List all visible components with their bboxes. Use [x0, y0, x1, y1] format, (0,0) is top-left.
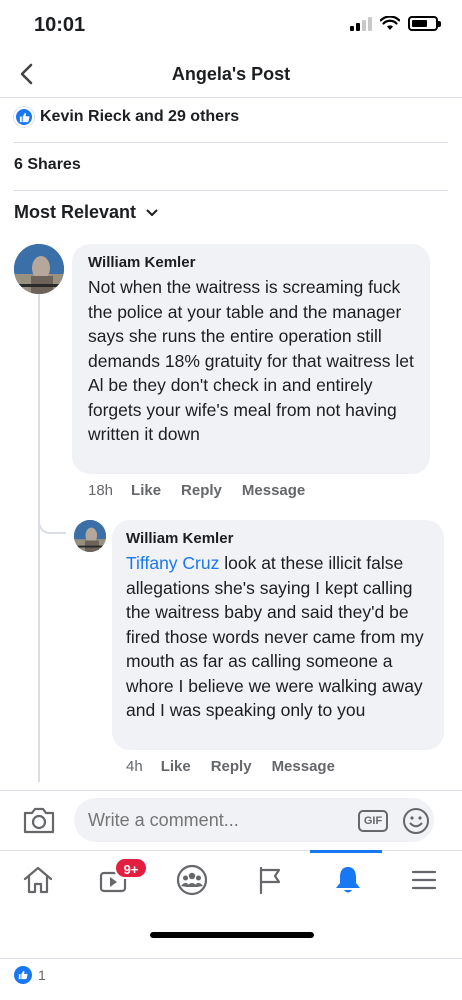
comment-author[interactable]: William Kemler — [88, 254, 416, 271]
wifi-icon — [380, 16, 400, 30]
tab-bar: 9+ — [0, 850, 462, 906]
like-button[interactable]: Like — [131, 482, 161, 499]
avatar[interactable] — [14, 244, 64, 294]
comment-bubble[interactable]: William Kemler Tiffany Cruz look at thes… — [112, 520, 444, 750]
divider — [14, 142, 448, 143]
status-icons — [350, 16, 441, 31]
comment-author[interactable]: William Kemler — [126, 530, 432, 547]
reply-button[interactable]: Reply — [181, 482, 222, 499]
reply-button[interactable]: Reply — [211, 758, 252, 775]
menu-icon — [411, 870, 437, 890]
divider — [0, 958, 462, 959]
like-icon — [14, 107, 34, 127]
like-icon — [14, 966, 32, 984]
groups-icon — [176, 864, 208, 896]
status-time: 10:01 — [34, 14, 86, 36]
home-indicator[interactable] — [150, 932, 314, 938]
sort-selector[interactable]: Most Relevant — [14, 202, 158, 223]
comment-timestamp: 4h — [126, 758, 143, 775]
flag-icon — [259, 866, 281, 895]
reactions-summary[interactable]: Kevin Rieck and 29 others — [14, 106, 239, 128]
chevron-down-icon — [146, 209, 158, 216]
page-title: Angela's Post — [171, 64, 291, 84]
comment-actions: 18h Like Reply Message — [88, 482, 325, 499]
reply-connector — [38, 508, 66, 534]
tab-groups[interactable] — [172, 861, 212, 899]
reactions-text: Kevin Rieck and 29 others — [40, 108, 240, 125]
thread-line — [38, 292, 40, 782]
like-button[interactable]: Like — [161, 758, 191, 775]
video-badge: 9+ — [114, 857, 148, 879]
bell-icon — [336, 867, 360, 893]
comment-body: look at these illicit false allegations … — [126, 553, 424, 720]
tab-notifications[interactable] — [328, 861, 368, 899]
nav-header: Angela's Post — [0, 52, 462, 98]
sort-label: Most Relevant — [14, 202, 137, 222]
message-button[interactable]: Message — [242, 482, 305, 499]
active-tab-indicator — [310, 850, 382, 853]
tab-home[interactable] — [18, 861, 58, 899]
gif-icon[interactable]: GIF — [358, 810, 388, 832]
smiley-icon[interactable] — [402, 807, 430, 835]
battery-icon — [408, 16, 441, 31]
footer-likes-count: 1 — [38, 967, 46, 983]
comment-text: Tiffany Cruz look at these illicit false… — [126, 551, 432, 723]
comment-timestamp: 18h — [88, 482, 114, 499]
message-button[interactable]: Message — [272, 758, 335, 775]
comment-actions: 4h Like Reply Message — [126, 758, 355, 775]
signal-icon — [350, 16, 372, 31]
comment-text: Not when the waitress is screaming fuck … — [88, 277, 414, 444]
comment-composer: GIF — [0, 790, 462, 850]
shares-count[interactable]: 6 Shares — [14, 156, 81, 174]
mention-link[interactable]: Tiffany Cruz — [126, 553, 219, 573]
comment-bubble[interactable]: William Kemler Not when the waitress is … — [72, 244, 430, 474]
tab-menu[interactable] — [404, 861, 444, 899]
avatar[interactable] — [74, 520, 106, 552]
camera-icon[interactable] — [22, 805, 56, 835]
footer-likes[interactable]: 1 — [14, 966, 46, 984]
tab-pages[interactable] — [250, 861, 290, 899]
status-bar: 10:01 — [0, 0, 462, 52]
divider — [14, 190, 448, 191]
home-icon — [23, 866, 53, 894]
